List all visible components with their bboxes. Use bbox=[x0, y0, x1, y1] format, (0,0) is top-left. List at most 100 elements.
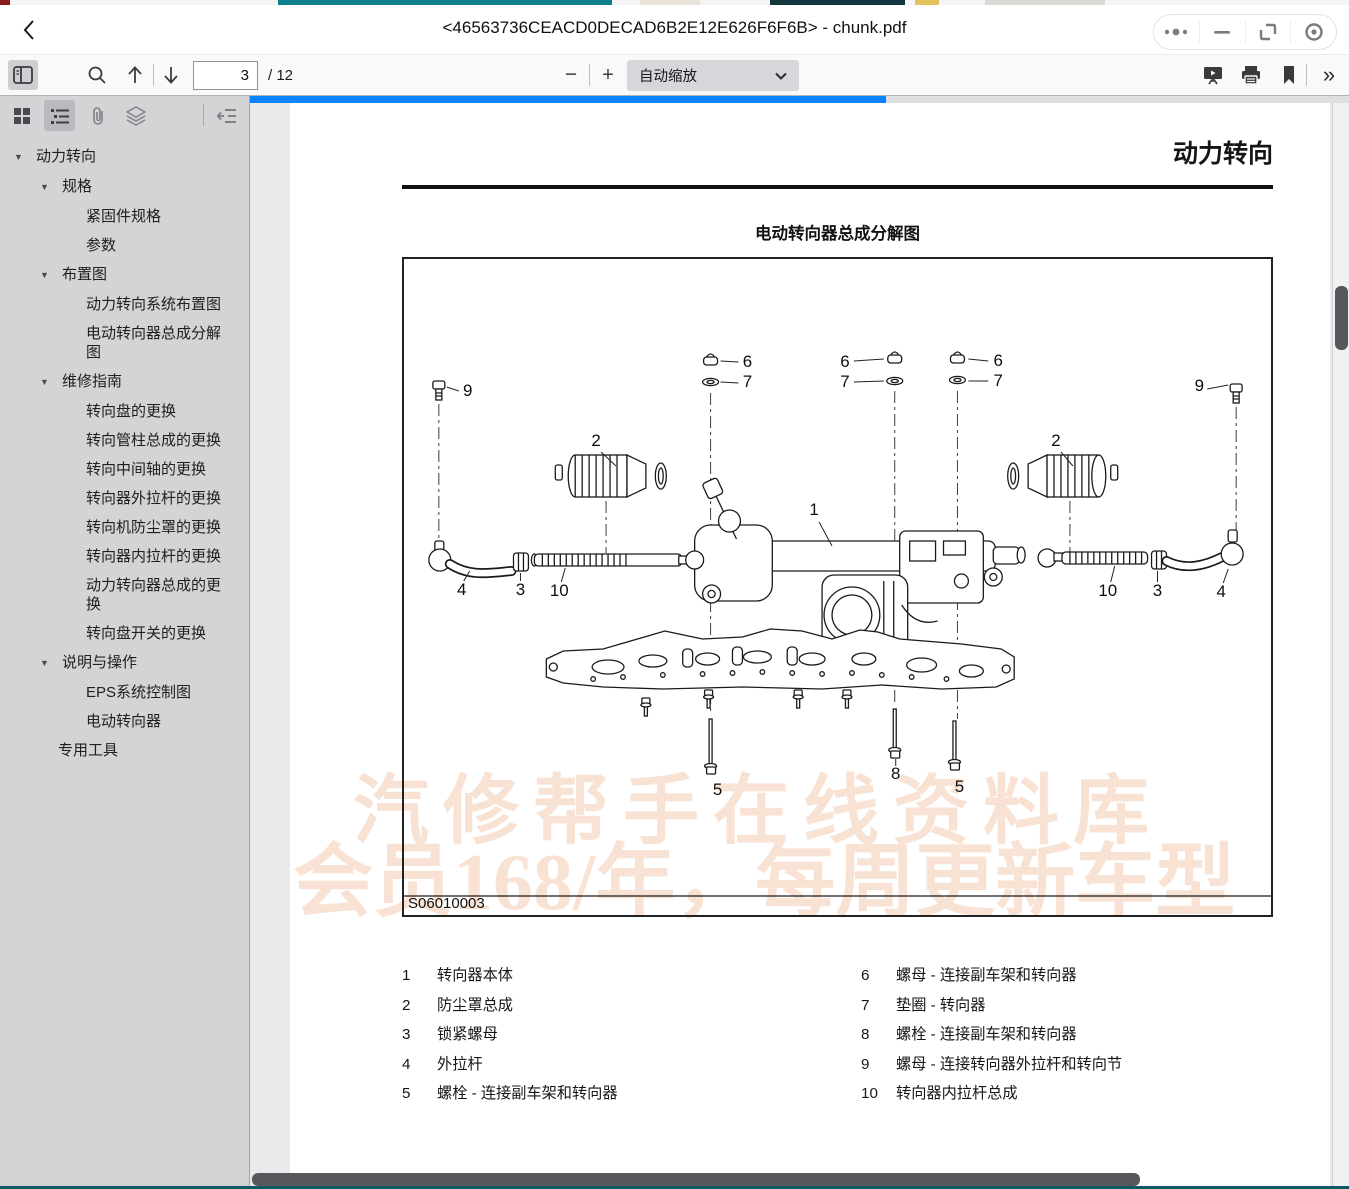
sidebar-toggle-icon bbox=[13, 66, 33, 84]
search-button[interactable] bbox=[82, 60, 112, 90]
figure-code: S06010003 bbox=[408, 895, 485, 912]
toc-item-label: 动力转向 bbox=[36, 148, 96, 165]
callout-label: 6 bbox=[743, 352, 752, 371]
toc-item[interactable]: 紧固件规格 bbox=[0, 202, 249, 231]
parts-column-right: 6螺母 - 连接副车架和转向器7垫圈 - 转向器8螺栓 - 连接副车架和转向器9… bbox=[861, 961, 1273, 1109]
document-title: <46563736CEACD0DECAD6B2E12E626F6F6B> - c… bbox=[0, 18, 1349, 38]
toc-item[interactable]: ▼ 布置图 bbox=[0, 260, 249, 290]
toc-item[interactable]: ▼说明与操作 bbox=[0, 648, 249, 678]
tie-rod-right bbox=[1038, 530, 1243, 569]
callout-label: 7 bbox=[840, 372, 849, 391]
parts-row: 10转向器内拉杆总成 bbox=[861, 1079, 1273, 1109]
toc-item[interactable]: 动力转向系统布置图 bbox=[0, 290, 249, 319]
figure-box: 9676767922143101034585 S06010003 bbox=[402, 257, 1273, 917]
print-button[interactable] bbox=[1236, 60, 1266, 90]
minimize-icon bbox=[1213, 29, 1231, 35]
parts-row: 4外拉杆 bbox=[402, 1050, 861, 1080]
chevron-down-icon bbox=[775, 72, 787, 80]
toc-item-label: 转向器内拉杆的更换 bbox=[86, 548, 221, 565]
figure-heading: 电动转向器总成分解图 bbox=[402, 220, 1273, 244]
previous-page-button[interactable] bbox=[120, 60, 150, 90]
presentation-mode-button[interactable] bbox=[1198, 60, 1228, 90]
toc-item[interactable]: 动力转向器总成的更换 bbox=[0, 571, 249, 619]
parts-row: 8螺栓 - 连接副车架和转向器 bbox=[861, 1020, 1273, 1050]
callout-label: 2 bbox=[591, 431, 600, 450]
toc-item-label: EPS系统控制图 bbox=[86, 684, 191, 701]
vertical-scrollbar[interactable] bbox=[1332, 103, 1349, 1189]
toc-item[interactable]: 转向盘的更换 bbox=[0, 397, 249, 426]
parts-row: 5螺栓 - 连接副车架和转向器 bbox=[402, 1079, 861, 1109]
toc-item[interactable]: 转向器外拉杆的更换 bbox=[0, 484, 249, 513]
outline-collapse-icon bbox=[217, 107, 237, 125]
zoom-in-button[interactable]: + bbox=[593, 60, 623, 90]
arrow-up-icon bbox=[126, 65, 144, 85]
parts-column-left: 1转向器本体2防尘罩总成3锁紧螺母4外拉杆5螺栓 - 连接副车架和转向器 bbox=[402, 961, 861, 1109]
callout-label: 6 bbox=[840, 352, 849, 371]
toc-item-label: 转向中间轴的更换 bbox=[86, 461, 206, 478]
more-tools-button[interactable]: » bbox=[1314, 60, 1344, 90]
zoom-out-button[interactable]: − bbox=[556, 60, 586, 90]
sidebar-toolbar bbox=[0, 96, 249, 136]
zoom-select[interactable]: 自动缩放 bbox=[627, 60, 799, 91]
restore-button[interactable] bbox=[1245, 21, 1291, 43]
small-bolts bbox=[641, 690, 852, 716]
callout-label: 7 bbox=[994, 371, 1003, 390]
layers-view-button[interactable] bbox=[120, 100, 151, 131]
next-page-button[interactable] bbox=[156, 60, 186, 90]
printer-icon bbox=[1240, 64, 1262, 86]
callout-label: 5 bbox=[713, 780, 722, 799]
toc-caret-icon[interactable]: ▼ bbox=[40, 654, 53, 673]
callout-label: 1 bbox=[809, 500, 818, 519]
toc-item-label: 紧固件规格 bbox=[86, 208, 161, 225]
toc-item[interactable]: 电动转向器 bbox=[0, 707, 249, 736]
subframe-bracket bbox=[546, 629, 1014, 689]
toc-item-label: 电动转向器 bbox=[86, 713, 161, 730]
toc-item-label: 布置图 bbox=[62, 266, 107, 283]
toc-item[interactable]: 转向器内拉杆的更换 bbox=[0, 542, 249, 571]
toc-item[interactable]: 参数 bbox=[0, 231, 249, 260]
page-number-input[interactable] bbox=[193, 61, 258, 90]
toc-item[interactable]: 转向机防尘罩的更换 bbox=[0, 513, 249, 542]
callout-label: 3 bbox=[516, 580, 525, 599]
parts-row: 9螺母 - 连接转向器外拉杆和转向节 bbox=[861, 1050, 1273, 1080]
toc-item[interactable]: 转向盘开关的更换 bbox=[0, 619, 249, 648]
presentation-icon bbox=[1202, 64, 1224, 86]
callout-label: 9 bbox=[1195, 376, 1204, 395]
attachments-view-button[interactable] bbox=[82, 100, 113, 131]
bookmark-button[interactable] bbox=[1274, 60, 1304, 90]
parts-list: 1转向器本体2防尘罩总成3锁紧螺母4外拉杆5螺栓 - 连接副车架和转向器 6螺母… bbox=[402, 961, 1273, 1109]
toc-caret-icon[interactable]: ▼ bbox=[40, 373, 53, 392]
toc-caret-icon[interactable]: ▼ bbox=[14, 148, 27, 167]
toc-item[interactable]: ▼ 动力转向 bbox=[0, 142, 249, 172]
toc-item[interactable]: ▼规格 bbox=[0, 172, 249, 202]
paperclip-icon bbox=[89, 106, 107, 126]
toc-item[interactable]: 转向管柱总成的更换 bbox=[0, 426, 249, 455]
arrow-down-icon bbox=[162, 65, 180, 85]
toc-item[interactable]: 转向中间轴的更换 bbox=[0, 455, 249, 484]
toggle-sidebar-button[interactable] bbox=[8, 60, 38, 90]
current-outline-item-button[interactable] bbox=[211, 100, 242, 131]
more-options-button[interactable] bbox=[1154, 21, 1199, 43]
toc-caret-icon[interactable]: ▼ bbox=[40, 178, 53, 197]
pdf-viewer-area: 汽修帮手在线资料库 会员168/年，每周更新车型 动力转向 电动转向器总成分解图 bbox=[250, 103, 1349, 1189]
parts-row: 6螺母 - 连接副车架和转向器 bbox=[861, 961, 1273, 991]
pdf-toolbar: / 12 − + 自动缩放 » bbox=[0, 55, 1349, 96]
page-count-label: / 12 bbox=[268, 67, 293, 84]
toc-item[interactable]: 专用工具 bbox=[0, 736, 249, 765]
toc-item[interactable]: EPS系统控制图 bbox=[0, 678, 249, 707]
layers-icon bbox=[126, 106, 146, 126]
toc-item[interactable]: ▼维修指南 bbox=[0, 367, 249, 397]
record-button[interactable] bbox=[1290, 21, 1336, 43]
minimize-button[interactable] bbox=[1199, 21, 1245, 43]
toc-item[interactable]: 电动转向器总成分解图 bbox=[0, 319, 249, 367]
outline-view-button[interactable] bbox=[44, 100, 75, 131]
toc-item-label: 专用工具 bbox=[58, 742, 118, 759]
vertical-scrollbar-thumb[interactable] bbox=[1335, 286, 1348, 350]
callout-label: 4 bbox=[457, 580, 466, 599]
sidebar: ▼ 动力转向 ▼规格紧固件规格参数 ▼ 布置图动力转向系统布置图电动转向器总成分解图▼维… bbox=[0, 96, 250, 1189]
thumbnails-view-button[interactable] bbox=[6, 100, 37, 131]
window-controls bbox=[1153, 14, 1337, 50]
horizontal-scrollbar-thumb[interactable] bbox=[252, 1173, 1140, 1186]
toc-caret-icon[interactable]: ▼ bbox=[40, 266, 53, 285]
search-icon bbox=[87, 65, 107, 85]
